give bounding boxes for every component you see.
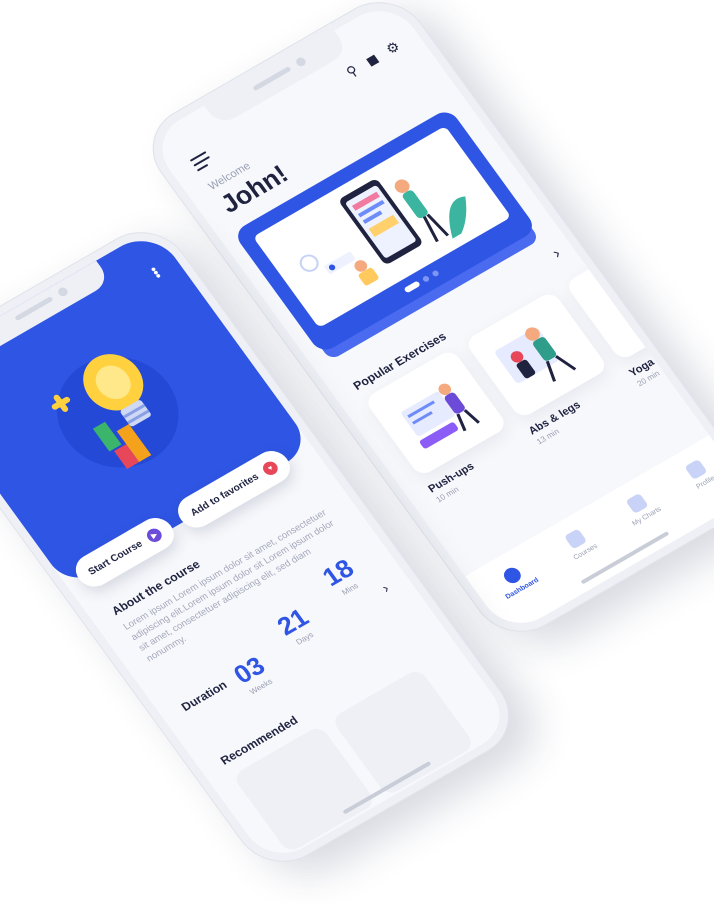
hero-illustration	[252, 125, 512, 328]
weeks-stat: 03 Weeks	[228, 651, 277, 698]
heart-icon: ♥	[260, 459, 281, 478]
days-stat: 21 Days	[271, 602, 320, 649]
chevron-right-icon[interactable]: ›	[378, 580, 392, 595]
settings-gear-icon[interactable]: ⚙	[383, 38, 404, 58]
duration-label: Duration	[178, 677, 230, 714]
book-icon	[564, 528, 588, 550]
lightbulb-growth-illustration	[51, 354, 179, 470]
user-icon	[684, 458, 708, 480]
tab-profile[interactable]: Profile	[683, 458, 714, 491]
search-icon[interactable]: ⚲	[343, 62, 362, 81]
hero-carousel[interactable]	[232, 107, 538, 355]
top-icons: ⚲ ◼ ⚙	[343, 38, 404, 81]
more-vertical-icon[interactable]: • • •	[147, 261, 165, 283]
tab-dashboard[interactable]: Dashboard	[492, 560, 540, 601]
notification-bell-icon[interactable]: ◼	[362, 50, 382, 70]
play-icon: ▶	[144, 526, 165, 545]
bar-chart-icon	[625, 492, 650, 514]
compass-icon	[500, 564, 525, 586]
hamburger-menu-icon[interactable]	[189, 151, 216, 175]
chevron-right-icon[interactable]: ›	[549, 245, 564, 262]
phone-people-illustration	[299, 179, 467, 286]
tab-my-charts[interactable]: My Charts	[619, 489, 663, 528]
tab-courses[interactable]: Courses	[560, 526, 599, 562]
phone-notch	[204, 30, 350, 127]
recommended-list	[231, 667, 476, 854]
